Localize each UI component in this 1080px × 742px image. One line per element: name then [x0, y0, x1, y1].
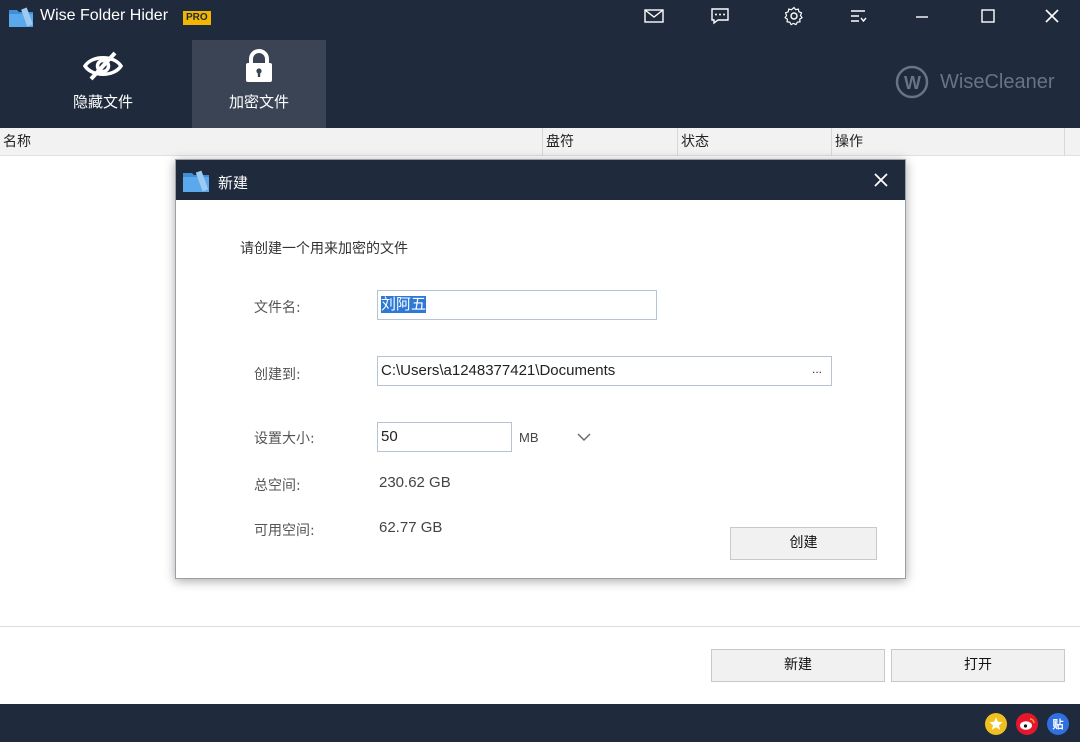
- close-icon[interactable]: [1040, 4, 1064, 28]
- new-button[interactable]: 新建: [711, 649, 885, 682]
- eye-slash-icon: [82, 51, 124, 81]
- lock-icon: [246, 49, 272, 82]
- filename-field[interactable]: 刘阿五: [377, 290, 657, 320]
- filename-label: 文件名:: [254, 300, 301, 316]
- dialog-title: 新建: [218, 174, 249, 192]
- column-status[interactable]: 状态: [678, 128, 832, 156]
- column-drive[interactable]: 盘符: [543, 128, 678, 156]
- size-unit-select[interactable]: MB: [513, 422, 601, 452]
- weibo-icon[interactable]: [1016, 713, 1038, 735]
- size-input[interactable]: 50: [377, 422, 512, 452]
- location-field[interactable]: C:\Users\a1248377421\Documents ...: [377, 356, 832, 386]
- column-name[interactable]: 名称: [0, 128, 543, 156]
- chevron-down-icon: [577, 433, 590, 441]
- total-space-value: 230.62 GB: [379, 474, 451, 491]
- location-label: 创建到:: [254, 367, 301, 383]
- status-bar: 贴: [0, 704, 1080, 742]
- bottom-panel: 新建 打开: [0, 626, 1080, 704]
- dialog-prompt: 请创建一个用来加密的文件: [240, 241, 408, 257]
- wisecleaner-brand[interactable]: W WiseCleaner: [894, 64, 1054, 100]
- tab-hide-files[interactable]: 隐藏文件: [36, 40, 170, 128]
- column-action[interactable]: 操作: [832, 128, 1065, 156]
- dialog-title-bar: 新建: [176, 160, 905, 200]
- dialog-close-icon[interactable]: [871, 170, 891, 190]
- settings-icon[interactable]: [782, 4, 806, 28]
- new-encrypted-file-dialog: 新建 请创建一个用来加密的文件 文件名: 刘阿五 创建到: C:\Users\a…: [175, 159, 906, 579]
- size-value: 50: [381, 428, 398, 445]
- tab-label: 加密文件: [228, 93, 289, 111]
- pro-badge: PRO: [183, 11, 211, 25]
- browse-button[interactable]: ...: [803, 357, 831, 385]
- feedback-icon[interactable]: [708, 4, 732, 28]
- tieba-icon[interactable]: 贴: [1047, 713, 1069, 735]
- minimize-icon[interactable]: [910, 4, 934, 28]
- maximize-icon[interactable]: [976, 4, 1000, 28]
- total-space-label: 总空间:: [254, 478, 301, 494]
- location-value: C:\Users\a1248377421\Documents: [381, 362, 616, 379]
- size-label: 设置大小:: [254, 431, 315, 447]
- free-space-label: 可用空间:: [254, 523, 315, 539]
- free-space-value: 62.77 GB: [379, 519, 443, 536]
- favorite-icon[interactable]: [985, 713, 1007, 735]
- tab-label: 隐藏文件: [72, 93, 133, 111]
- brand-name: WiseCleaner: [940, 70, 1055, 93]
- mail-icon[interactable]: [642, 4, 666, 28]
- folder-logo-icon: [183, 170, 209, 192]
- file-list-header: 名称 盘符 状态 操作: [0, 128, 1080, 156]
- app-title: Wise Folder Hider: [40, 7, 169, 24]
- svg-text:W: W: [904, 73, 921, 93]
- folder-logo-icon: [9, 7, 33, 27]
- wisecleaner-logo-icon: W: [895, 65, 929, 99]
- menu-icon[interactable]: [846, 4, 870, 28]
- tab-encrypt-files[interactable]: 加密文件: [192, 40, 326, 128]
- create-button[interactable]: 创建: [730, 527, 877, 560]
- open-button[interactable]: 打开: [891, 649, 1065, 682]
- filename-value: 刘阿五: [381, 296, 427, 313]
- title-bar: Wise Folder Hider PRO 隐藏文件 加密文件 W WiseCl…: [0, 0, 1080, 128]
- size-unit: MB: [519, 429, 539, 445]
